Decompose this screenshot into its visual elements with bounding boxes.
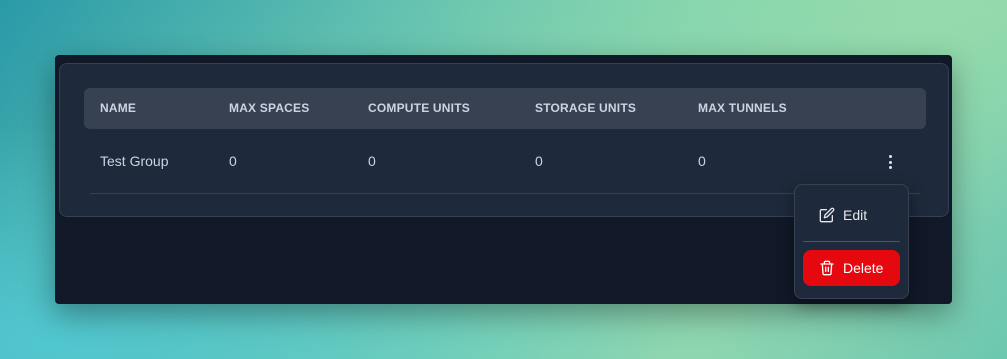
table-header: NAME MAX SPACES COMPUTE UNITS STORAGE UN… [84,88,926,129]
column-header-max-tunnels: MAX TUNNELS [698,101,787,115]
kebab-dot [888,166,892,169]
trash-icon [819,260,835,276]
cell-name: Test Group [100,153,169,169]
row-actions-kebab-icon[interactable] [882,153,898,171]
row-actions-menu: Edit Delete [794,184,909,299]
kebab-dot [888,160,892,164]
column-header-max-spaces: MAX SPACES [229,101,310,115]
menu-divider [803,241,900,242]
cell-max-spaces: 0 [229,153,237,169]
edit-label: Edit [843,207,868,223]
cell-storage-units: 0 [535,153,543,169]
delete-menu-item[interactable]: Delete [803,250,900,286]
column-header-compute-units: COMPUTE UNITS [368,101,470,115]
delete-label: Delete [843,260,884,276]
cell-max-tunnels: 0 [698,153,706,169]
pencil-square-icon [819,207,835,223]
edit-menu-item[interactable]: Edit [803,197,900,233]
kebab-dot [888,155,892,158]
column-header-storage-units: STORAGE UNITS [535,101,637,115]
cell-compute-units: 0 [368,153,376,169]
column-header-name: NAME [100,101,137,115]
